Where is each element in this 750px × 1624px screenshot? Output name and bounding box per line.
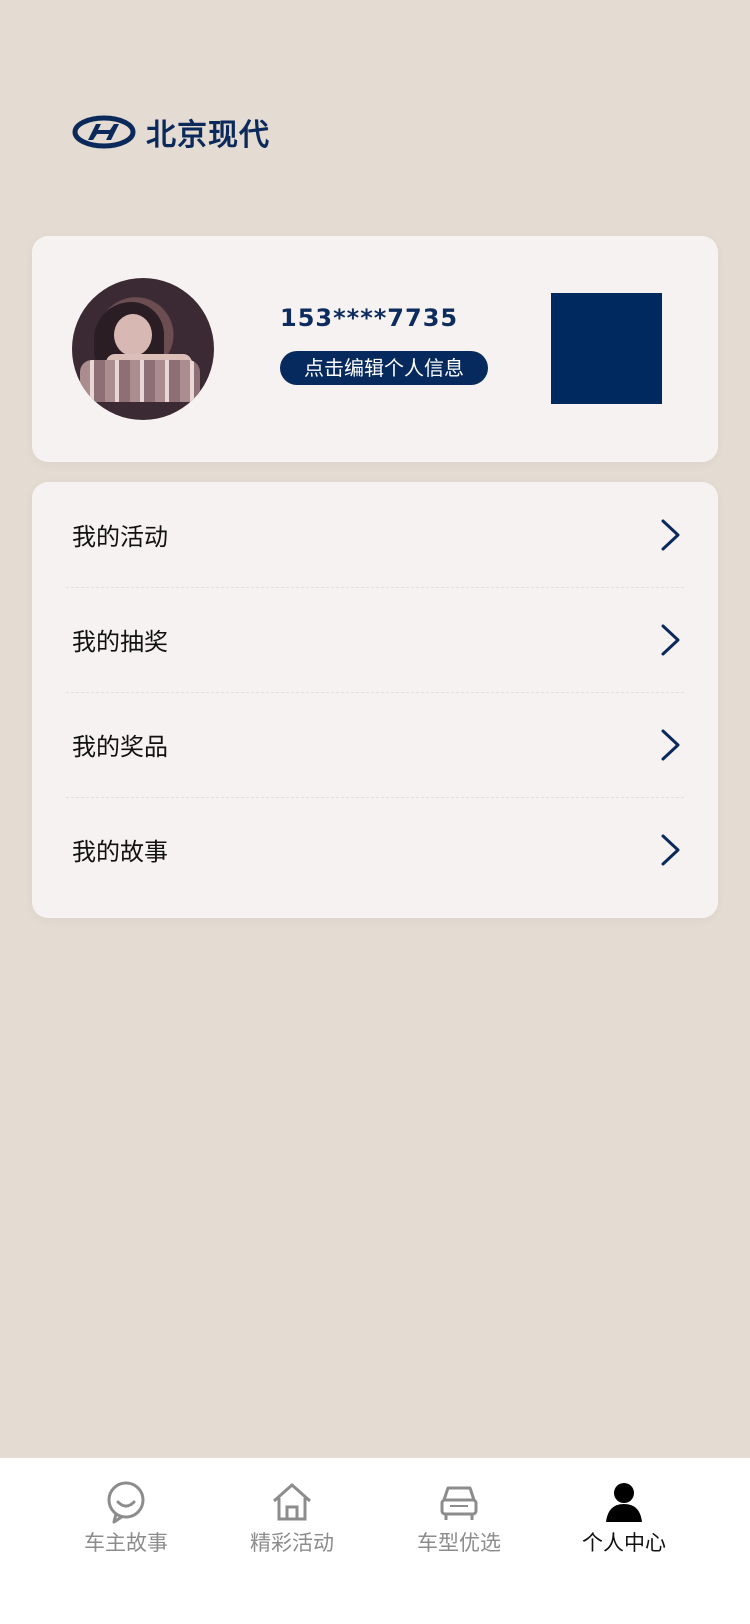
phone-number: 153****7735 — [280, 304, 459, 332]
tab-label: 个人中心 — [582, 1531, 666, 1555]
avatar[interactable] — [72, 278, 214, 420]
brand-name: 北京现代 — [146, 118, 270, 153]
car-icon — [440, 1486, 478, 1520]
chevron-right-icon — [661, 834, 680, 865]
tab-vehicles[interactable]: 车型优选 — [379, 1480, 539, 1572]
hyundai-logo-icon — [72, 115, 136, 149]
chat-smile-icon — [107, 1481, 145, 1524]
menu-item-label: 我的活动 — [72, 523, 168, 551]
tab-label: 车型优选 — [417, 1531, 501, 1555]
tab-label: 精彩活动 — [250, 1531, 334, 1555]
menu-item-activities[interactable]: 我的活动 — [32, 482, 718, 587]
bottom-tab-bar: 车主故事 精彩活动 车型优选 个人中心 — [0, 1458, 750, 1624]
avatar-face — [114, 314, 152, 356]
tab-label: 车主故事 — [84, 1531, 168, 1555]
menu-item-prizes[interactable]: 我的奖品 — [32, 692, 718, 797]
chevron-right-icon — [661, 519, 680, 550]
profile-card: 153****7735 点击编辑个人信息 — [32, 236, 718, 462]
menu-item-stories[interactable]: 我的故事 — [32, 797, 718, 902]
menu-item-label: 我的奖品 — [72, 733, 168, 761]
tab-profile[interactable]: 个人中心 — [544, 1480, 704, 1572]
tab-activities[interactable]: 精彩活动 — [212, 1480, 372, 1572]
qr-code[interactable] — [551, 293, 662, 404]
chevron-right-icon — [661, 729, 680, 760]
menu-card: 我的活动 我的抽奖 我的奖品 我的故事 — [32, 482, 718, 918]
home-icon — [273, 1483, 311, 1521]
tab-owner-stories[interactable]: 车主故事 — [46, 1480, 206, 1572]
menu-item-label: 我的抽奖 — [72, 628, 168, 656]
chevron-right-icon — [661, 624, 680, 655]
edit-profile-button[interactable]: 点击编辑个人信息 — [280, 351, 488, 385]
person-icon — [606, 1483, 642, 1522]
menu-item-label: 我的故事 — [72, 838, 168, 866]
brand-logo: 北京现代 — [72, 112, 270, 153]
avatar-pillow — [80, 360, 200, 402]
menu-item-lottery[interactable]: 我的抽奖 — [32, 587, 718, 692]
